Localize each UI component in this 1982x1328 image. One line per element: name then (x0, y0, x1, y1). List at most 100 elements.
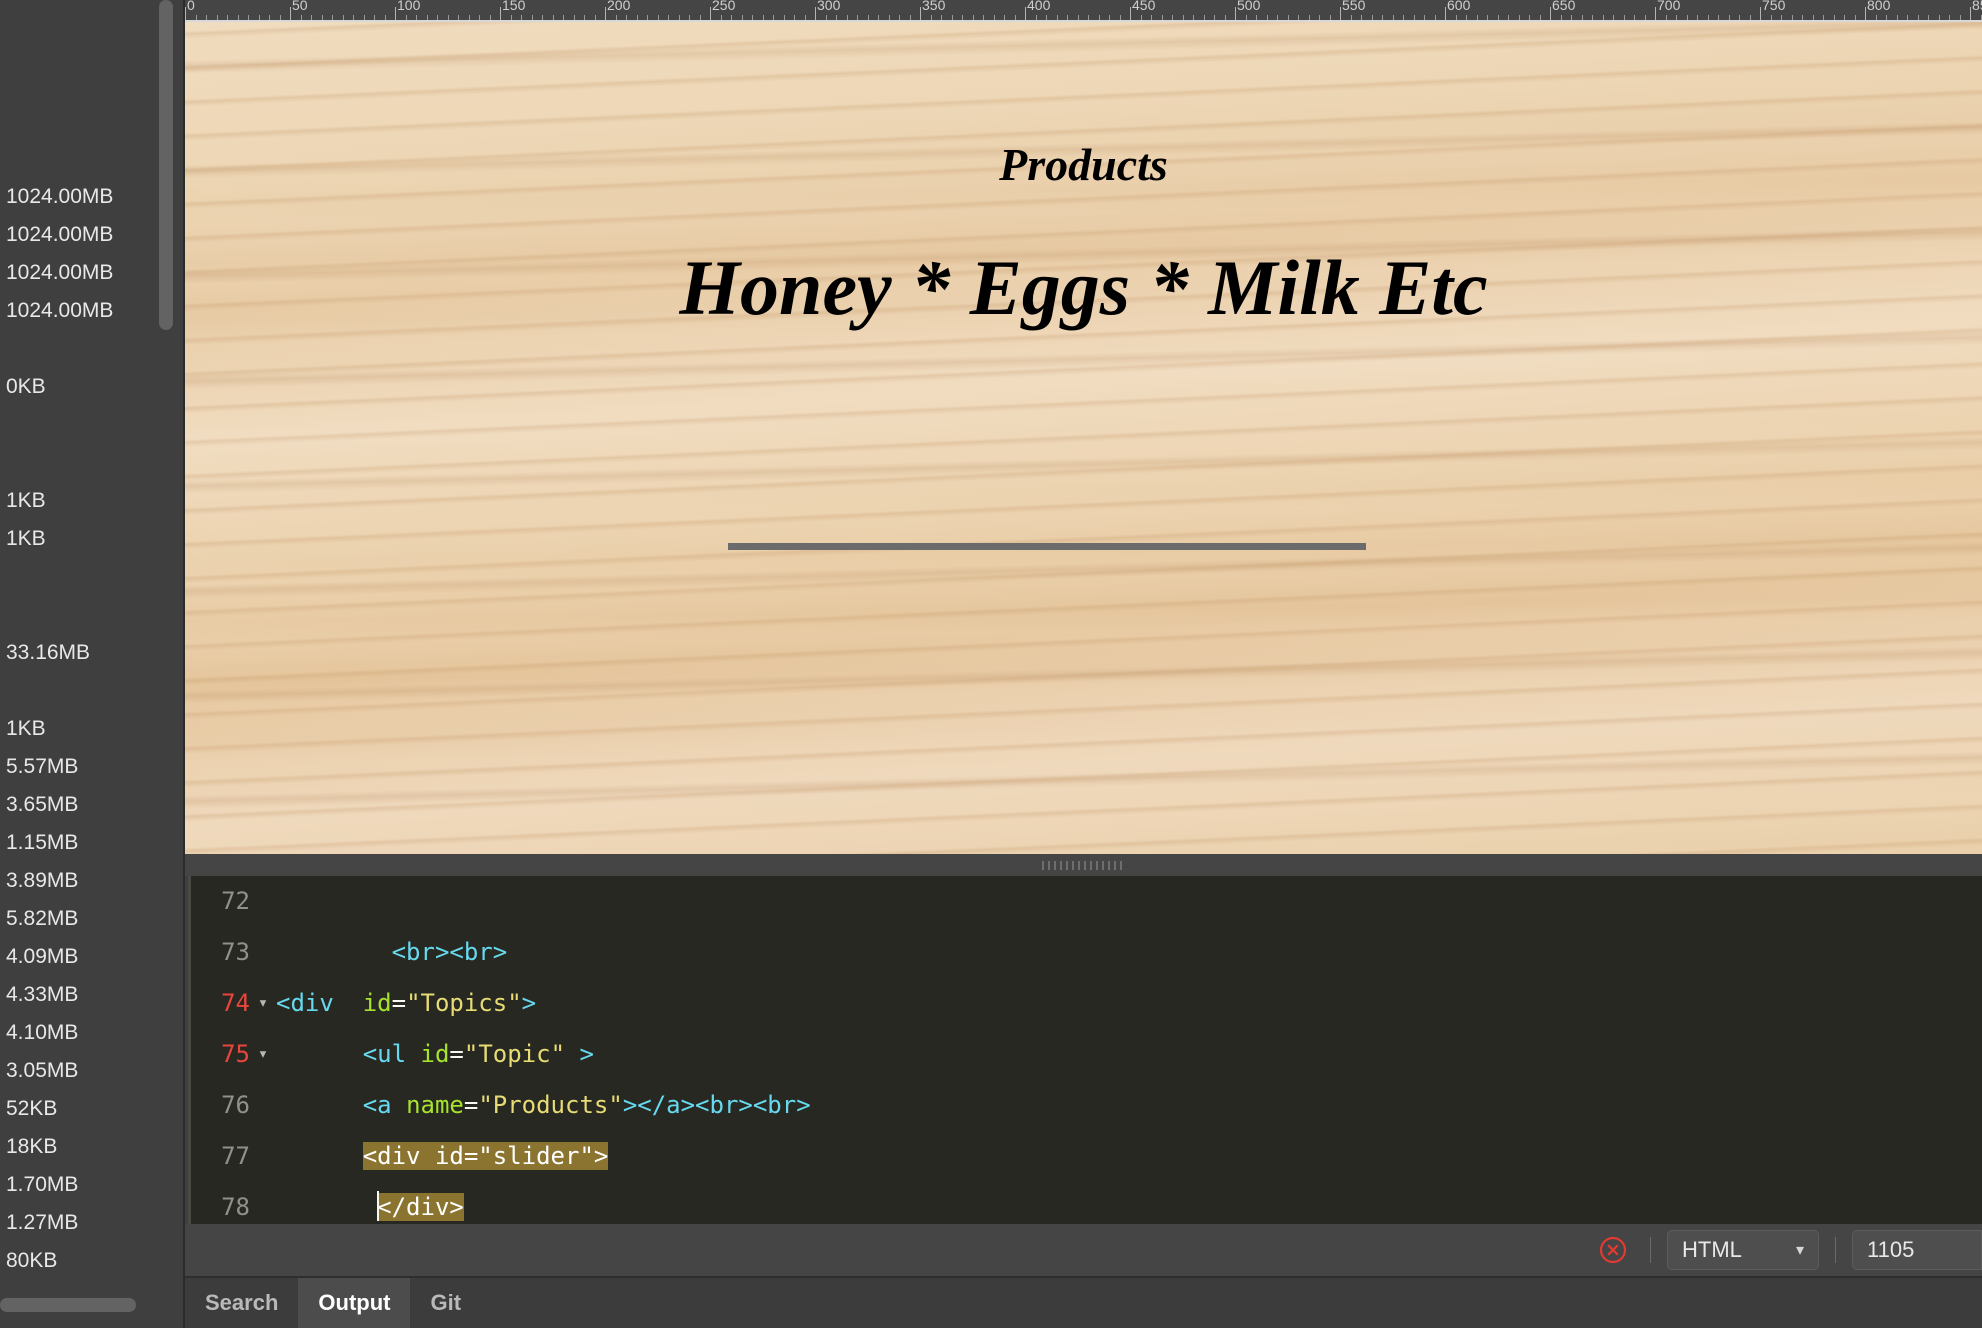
file-size-row[interactable]: 5.82MB (0, 900, 185, 938)
ruler-label: 600 (1447, 0, 1471, 13)
sidebar-vertical-scrollbar[interactable] (159, 0, 173, 1328)
file-size-row[interactable]: 1.27MB (0, 1204, 185, 1242)
code-token: = (449, 1040, 464, 1068)
file-size-row[interactable]: 1024.00MB (0, 254, 185, 292)
code-token: "Topic" (463, 1040, 566, 1068)
sidebar-horizontal-scrollbar-thumb[interactable] (0, 1298, 136, 1312)
ruler-label: 550 (1342, 0, 1366, 13)
code-text: </div> (276, 1182, 464, 1228)
file-size-row[interactable]: 33.16MB (0, 634, 185, 672)
language-selector[interactable]: HTML ▾ (1667, 1230, 1819, 1270)
fold-arrow-icon[interactable]: ▾ (250, 1029, 276, 1080)
file-size-row[interactable]: 1024.00MB (0, 178, 185, 216)
line-number: 77 (221, 1142, 250, 1170)
file-size-row[interactable]: 1KB (0, 710, 185, 748)
file-size-row[interactable]: 18KB (0, 1128, 185, 1166)
file-size-row[interactable]: 1KB (0, 520, 185, 558)
horizontal-ruler: 0 50 100 150 200 250 300 350 400 450 500 550 600 650 7… (185, 0, 1982, 22)
file-size-spacer (0, 406, 185, 444)
code-token: <ul (362, 1040, 407, 1068)
code-editor[interactable]: 72 73 <br><br> 74 ▾ <div id="Topics"> 75 ▾ <u… (185, 876, 1982, 1228)
fold-arrow-icon[interactable]: ▾ (250, 978, 276, 1029)
line-number: 76 (221, 1091, 250, 1119)
file-size-row[interactable]: 3.89MB (0, 862, 185, 900)
pane-splitter[interactable] (185, 854, 1982, 876)
code-line[interactable]: 77 <div id="slider"> (188, 1131, 1982, 1182)
char-count-label: 1105 (1867, 1237, 1915, 1262)
file-size-row[interactable]: 1024.00MB (0, 216, 185, 254)
panel-tab-output[interactable]: Output (298, 1278, 411, 1328)
ruler-label: 300 (817, 0, 841, 13)
sidebar-horizontal-scrollbar[interactable] (0, 1298, 175, 1312)
file-size-sidebar[interactable]: 1024.00MB 1024.00MB 1024.00MB 1024.00MB 0KB… (0, 0, 185, 1328)
ruler-label: 250 (712, 0, 736, 13)
file-size-row[interactable]: 4.33MB (0, 976, 185, 1014)
file-size-row[interactable]: 1KB (0, 482, 185, 520)
bottom-panel-tabs[interactable]: Search Output Git (185, 1276, 1982, 1328)
error-circle-icon[interactable] (1598, 1235, 1628, 1265)
file-size-row[interactable]: 4.10MB (0, 1014, 185, 1052)
code-lines-container[interactable]: 72 73 <br><br> 74 ▾ <div id="Topics"> 75 ▾ <u… (188, 876, 1982, 1228)
file-size-list: 1024.00MB 1024.00MB 1024.00MB 1024.00MB 0KB… (0, 0, 185, 1280)
code-token: = (391, 989, 407, 1017)
file-size-row[interactable]: 4.09MB (0, 938, 185, 976)
status-separator-2 (1835, 1237, 1836, 1263)
file-size-row[interactable]: 52KB (0, 1090, 185, 1128)
code-token: <br><br> (391, 938, 508, 966)
code-token: = (463, 1091, 479, 1119)
file-size-spacer (0, 558, 185, 596)
panel-tab-search[interactable]: Search (185, 1278, 298, 1328)
line-number: 75 (221, 1040, 250, 1068)
file-size-row[interactable]: 3.65MB (0, 786, 185, 824)
line-number: 73 (221, 938, 250, 966)
code-token: "Products" (478, 1091, 623, 1119)
code-token: id (362, 989, 392, 1017)
file-size-row[interactable]: 3.05MB (0, 1052, 185, 1090)
code-line[interactable]: 72 (188, 876, 1982, 927)
sidebar-vertical-scrollbar-thumb[interactable] (159, 0, 173, 330)
code-line[interactable]: 78 </div> (188, 1182, 1982, 1228)
selected-code: <div id="slider"> (362, 1142, 609, 1170)
ruler-label: 400 (1027, 0, 1051, 13)
code-text: <div id="slider"> (276, 1131, 609, 1182)
file-size-row[interactable]: 1024.00MB (0, 292, 185, 330)
code-token: "Topics" (406, 989, 522, 1017)
ruler-label: 150 (502, 0, 526, 13)
code-text: <ul id="Topic" > (276, 1029, 594, 1080)
web-preview-pane[interactable]: Products Honey * Eggs * Milk Etc (185, 22, 1982, 854)
file-size-spacer (0, 672, 185, 710)
line-number: 72 (221, 887, 250, 915)
slider-element[interactable] (728, 543, 1366, 550)
ruler-label: 850 (1972, 0, 1982, 13)
file-size-row[interactable]: 1.70MB (0, 1166, 185, 1204)
ruler-label: 350 (922, 0, 946, 13)
code-line[interactable]: 73 <br><br> (188, 927, 1982, 978)
code-line[interactable]: 74 ▾ <div id="Topics"> (188, 978, 1982, 1029)
status-separator-1 (1650, 1237, 1651, 1263)
panel-tab-git[interactable]: Git (410, 1278, 481, 1328)
topics-container: Products Honey * Eggs * Milk Etc (185, 22, 1982, 333)
code-line[interactable]: 75 ▾ <ul id="Topic" > (188, 1029, 1982, 1080)
ruler-label: 750 (1762, 0, 1786, 13)
file-size-spacer (0, 330, 185, 368)
file-size-row[interactable]: 0KB (0, 368, 185, 406)
char-count-indicator[interactable]: 1105 (1852, 1230, 1982, 1270)
ruler-label: 800 (1867, 0, 1891, 13)
product-item: Eggs * (969, 243, 1209, 331)
file-size-row[interactable]: 5.57MB (0, 748, 185, 786)
status-bar: HTML ▾ 1105 (185, 1224, 1982, 1276)
editor-window: 1024.00MB 1024.00MB 1024.00MB 1024.00MB 0KB… (0, 0, 1982, 1328)
ruler-label: 200 (607, 0, 631, 13)
code-line[interactable]: 76 <a name="Products"></a><br><br> (188, 1080, 1982, 1131)
splitter-grip-icon[interactable] (1041, 861, 1126, 870)
code-token: <a (362, 1091, 392, 1119)
file-size-row[interactable]: 80KB (0, 1242, 185, 1280)
file-size-row[interactable]: 1.15MB (0, 824, 185, 862)
selected-code: </div> (377, 1193, 464, 1221)
code-token: > (521, 989, 537, 1017)
